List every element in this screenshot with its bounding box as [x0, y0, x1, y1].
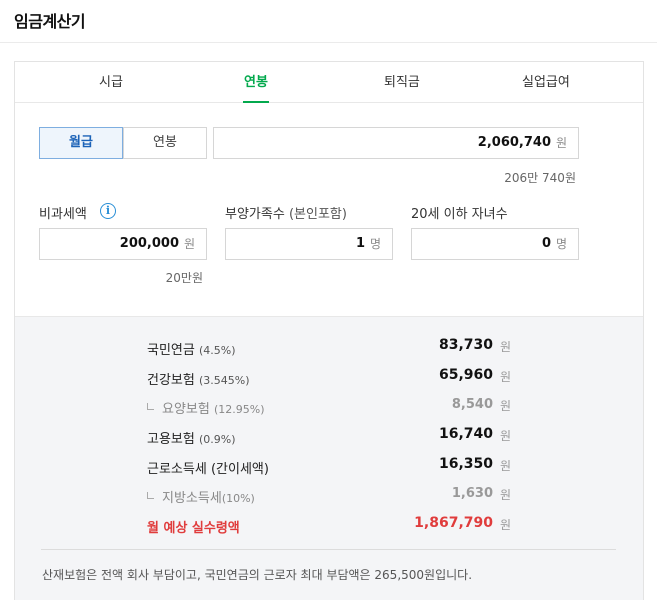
salary-type-monthly-button[interactable]: 월급	[39, 127, 123, 159]
result-label-employment: 고용보험 (0.9%)	[147, 432, 236, 447]
result-label-health: 건강보험 (3.545%)	[147, 373, 250, 388]
tab-label: 실업급여	[522, 75, 570, 90]
result-unit: 원	[500, 459, 512, 473]
calculator-card: 시급 연봉 퇴직금 실업급여 월급 연봉 2,060,740 원 206만 74…	[14, 61, 644, 600]
dependents-input-unit: 명	[369, 237, 381, 251]
result-unit: 원	[500, 518, 512, 532]
tab-label: 퇴직금	[384, 75, 420, 90]
result-label-income-tax: 근로소득세 (간이세액)	[147, 462, 269, 477]
result-unit: 원	[500, 370, 512, 384]
tab-label: 시급	[99, 75, 123, 90]
result-unit: 원	[500, 399, 512, 413]
children-label: 20세 이하 자녀수	[411, 207, 508, 222]
result-value-net-pay: 1,867,790	[414, 515, 493, 531]
salary-input[interactable]: 2,060,740 원	[213, 127, 579, 159]
nontax-input[interactable]: 200,000 원	[39, 228, 207, 260]
salary-input-unit: 원	[555, 136, 567, 150]
nontax-label: 비과세액	[39, 207, 87, 222]
corner-indent-icon	[147, 403, 154, 410]
result-divider	[41, 549, 616, 550]
tab-hourly[interactable]: 시급	[99, 62, 123, 103]
page-title: 임금계산기	[14, 12, 86, 31]
tab-severance[interactable]: 퇴직금	[384, 62, 420, 103]
salary-input-value: 2,060,740	[477, 135, 551, 150]
nontax-input-value: 200,000	[119, 236, 179, 251]
dependents-label: 부양가족수 (본인포함)	[225, 203, 347, 222]
result-value-health: 65,960	[438, 367, 493, 383]
nontax-hint: 20만원	[165, 271, 203, 285]
result-label-local-tax: 지방소득세(10%)	[147, 487, 255, 506]
result-value-pension: 83,730	[438, 337, 493, 353]
dependents-label-text: 부양가족수	[225, 207, 285, 222]
dependents-label-note: (본인포함)	[288, 207, 347, 222]
result-unit: 원	[500, 340, 512, 354]
result-label-care: 요양보험 (12.95%)	[147, 398, 265, 417]
tab-annual[interactable]: 연봉	[243, 62, 269, 103]
dependents-input-value: 1	[355, 236, 365, 251]
result-panel: 국민연금 (4.5%) 83,730 원 건강보험 (3.545%) 65,96…	[15, 316, 643, 600]
nontax-input-unit: 원	[183, 237, 195, 251]
children-input[interactable]: 0 명	[411, 228, 579, 260]
result-unit: 원	[500, 488, 512, 502]
result-label-net-pay: 월 예상 실수령액	[147, 521, 240, 536]
footnote: 산재보험은 전액 회사 부담이고, 국민연금의 근로자 최대 부담액은 265,…	[42, 568, 473, 582]
corner-indent-icon	[147, 492, 154, 499]
result-unit: 원	[500, 429, 512, 443]
result-value-employment: 16,740	[438, 426, 493, 442]
tab-label: 연봉	[244, 75, 268, 90]
result-value-income-tax: 16,350	[438, 456, 493, 472]
tab-bar: 시급 연봉 퇴직금 실업급여	[15, 62, 643, 103]
result-label-pension: 국민연금 (4.5%)	[147, 343, 236, 358]
result-value-local-tax: 1,630	[451, 486, 493, 501]
salary-type-annual-button[interactable]: 연봉	[123, 127, 207, 159]
children-input-value: 0	[541, 236, 551, 251]
info-icon[interactable]: i	[100, 203, 116, 219]
title-divider	[0, 42, 657, 43]
active-tab-indicator	[243, 101, 269, 103]
result-value-care: 8,540	[451, 397, 493, 412]
children-input-unit: 명	[555, 237, 567, 251]
salary-hint: 206만 740원	[504, 171, 576, 185]
dependents-input[interactable]: 1 명	[225, 228, 393, 260]
tab-unemployment[interactable]: 실업급여	[522, 62, 570, 103]
